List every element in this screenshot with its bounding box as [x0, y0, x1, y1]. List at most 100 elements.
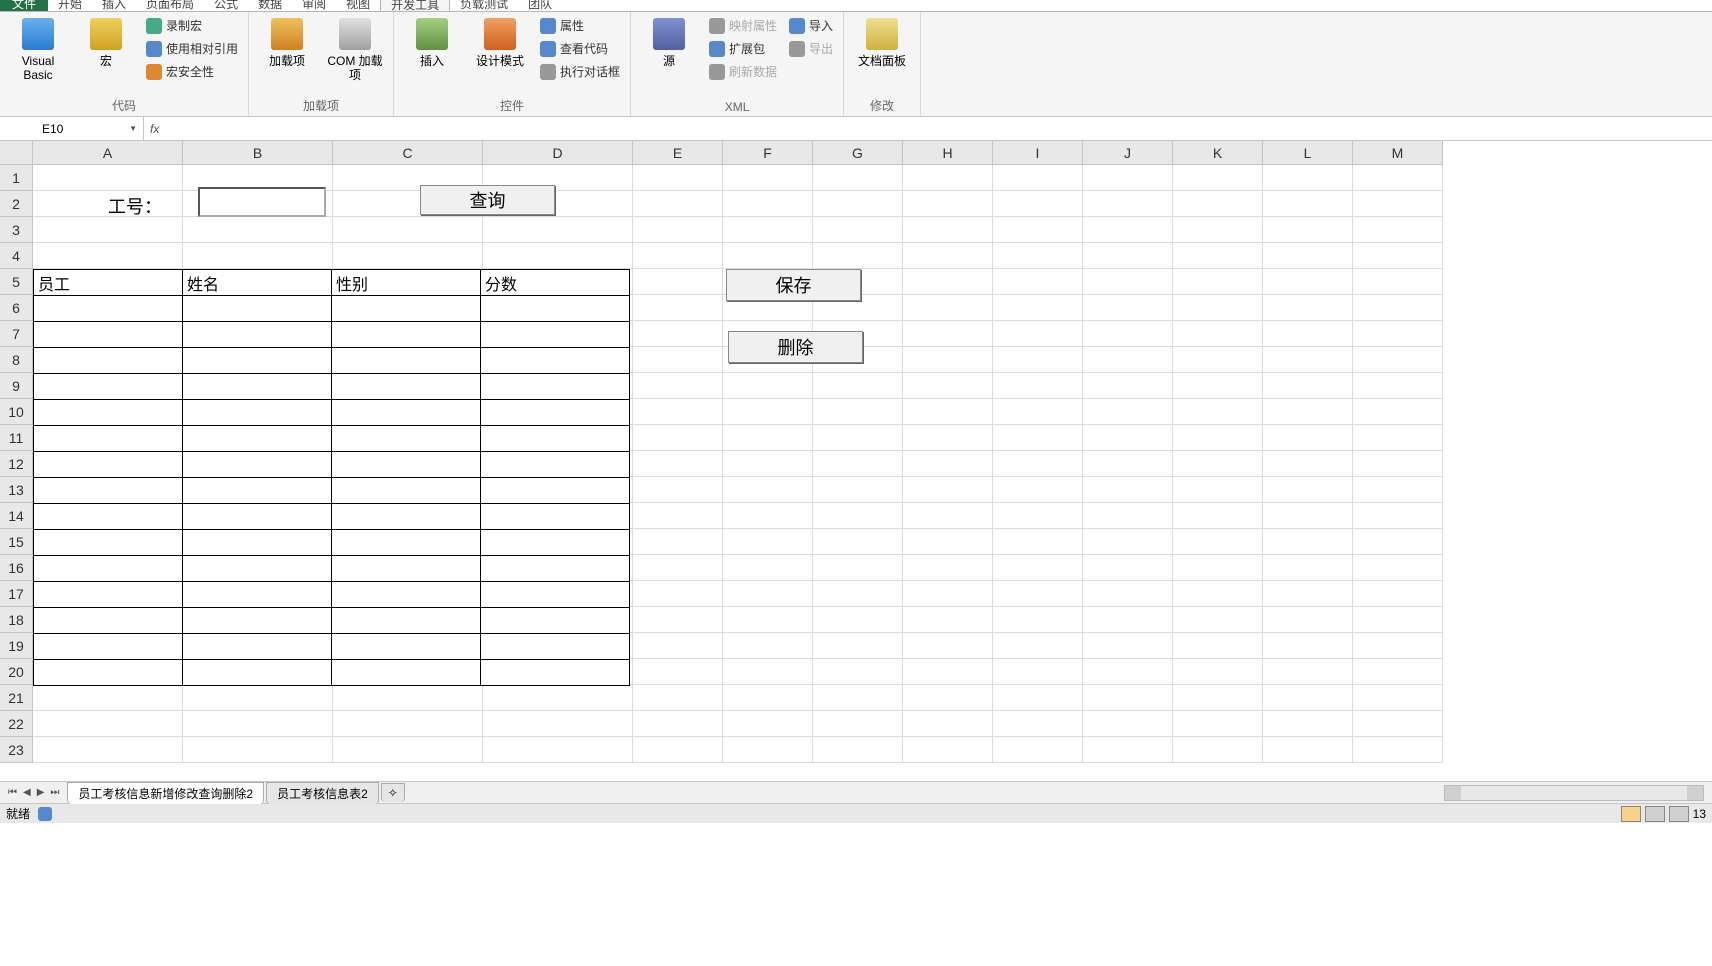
id-input[interactable]	[198, 187, 326, 217]
view-page-break-button[interactable]	[1669, 806, 1689, 822]
cell[interactable]	[993, 321, 1083, 347]
column-headers[interactable]: ABCDEFGHIJKLM	[33, 141, 1443, 165]
cell[interactable]	[1263, 165, 1353, 191]
table-cell[interactable]	[183, 296, 332, 322]
com-addins-button[interactable]: COM 加载项	[325, 16, 385, 85]
cell[interactable]	[993, 633, 1083, 659]
zoom-level[interactable]: 13	[1693, 807, 1706, 821]
cell[interactable]	[183, 711, 333, 737]
cell[interactable]	[1263, 555, 1353, 581]
cell[interactable]	[1173, 347, 1263, 373]
cell[interactable]	[1353, 347, 1443, 373]
cell[interactable]	[1353, 373, 1443, 399]
cell[interactable]	[33, 217, 183, 243]
table-cell[interactable]	[34, 608, 183, 634]
table-cell[interactable]	[183, 634, 332, 660]
table-cell[interactable]	[34, 556, 183, 582]
cell[interactable]	[1353, 451, 1443, 477]
cell[interactable]	[1173, 737, 1263, 763]
row-header-19[interactable]: 19	[0, 633, 33, 659]
cell[interactable]	[1173, 399, 1263, 425]
cell[interactable]	[1353, 425, 1443, 451]
tab-load-test[interactable]: 负载测试	[450, 0, 518, 11]
save-button[interactable]: 保存	[726, 269, 861, 301]
col-header-F[interactable]: F	[723, 141, 813, 165]
cell[interactable]	[633, 373, 723, 399]
cell[interactable]	[1083, 503, 1173, 529]
sheet-nav[interactable]: ⏮ ◀ ▶ ⏭	[0, 787, 67, 798]
tab-insert[interactable]: 插入	[92, 0, 136, 11]
table-cell[interactable]	[183, 530, 332, 556]
tab-page-layout[interactable]: 页面布局	[136, 0, 204, 11]
sheet-new-tab[interactable]: ✧	[381, 783, 405, 802]
table-header[interactable]: 分数	[481, 270, 630, 296]
col-header-M[interactable]: M	[1353, 141, 1443, 165]
name-box[interactable]: E10 ▼	[36, 117, 144, 140]
select-all-corner[interactable]	[0, 141, 33, 165]
cell[interactable]	[633, 425, 723, 451]
cell[interactable]	[1353, 711, 1443, 737]
cell[interactable]	[903, 165, 993, 191]
cell[interactable]	[1353, 191, 1443, 217]
table-cell[interactable]	[481, 322, 630, 348]
name-box-dropdown-icon[interactable]: ▼	[129, 124, 137, 133]
cell[interactable]	[1083, 607, 1173, 633]
cell[interactable]	[183, 685, 333, 711]
cell[interactable]	[993, 399, 1083, 425]
horizontal-scrollbar[interactable]	[1444, 785, 1704, 801]
cell[interactable]	[723, 633, 813, 659]
col-header-K[interactable]: K	[1173, 141, 1263, 165]
tab-home[interactable]: 开始	[48, 0, 92, 11]
cell[interactable]	[1263, 477, 1353, 503]
table-cell[interactable]	[481, 530, 630, 556]
cell[interactable]	[1263, 347, 1353, 373]
cell[interactable]	[1083, 711, 1173, 737]
table-cell[interactable]	[183, 478, 332, 504]
cell[interactable]	[903, 581, 993, 607]
table-cell[interactable]	[332, 296, 481, 322]
cell[interactable]	[903, 243, 993, 269]
cell[interactable]	[33, 737, 183, 763]
row-header-23[interactable]: 23	[0, 737, 33, 763]
row-header-3[interactable]: 3	[0, 217, 33, 243]
cell[interactable]	[1173, 191, 1263, 217]
cell[interactable]	[903, 399, 993, 425]
col-header-H[interactable]: H	[903, 141, 993, 165]
cell[interactable]	[903, 607, 993, 633]
cell[interactable]	[333, 711, 483, 737]
cell[interactable]	[1353, 685, 1443, 711]
cell[interactable]	[1353, 633, 1443, 659]
cell[interactable]	[1263, 451, 1353, 477]
cell[interactable]	[1083, 191, 1173, 217]
cell[interactable]	[1173, 607, 1263, 633]
row-header-17[interactable]: 17	[0, 581, 33, 607]
cell[interactable]	[723, 659, 813, 685]
cell[interactable]	[1173, 529, 1263, 555]
cell[interactable]	[903, 191, 993, 217]
cell[interactable]	[1083, 659, 1173, 685]
row-header-22[interactable]: 22	[0, 711, 33, 737]
properties-button[interactable]: 属性	[538, 16, 622, 35]
row-header-6[interactable]: 6	[0, 295, 33, 321]
cell[interactable]	[903, 347, 993, 373]
cell[interactable]	[633, 347, 723, 373]
table-cell[interactable]	[34, 296, 183, 322]
cell[interactable]	[813, 711, 903, 737]
design-mode-button[interactable]: 设计模式	[470, 16, 530, 70]
cell[interactable]	[1083, 373, 1173, 399]
table-cell[interactable]	[332, 348, 481, 374]
cell[interactable]	[1263, 659, 1353, 685]
row-header-18[interactable]: 18	[0, 607, 33, 633]
cell[interactable]	[1083, 633, 1173, 659]
sheet-nav-next-icon[interactable]: ▶	[35, 787, 47, 798]
cell[interactable]	[633, 217, 723, 243]
cell[interactable]	[1353, 477, 1443, 503]
cell[interactable]	[1173, 555, 1263, 581]
table-cell[interactable]	[183, 400, 332, 426]
cell[interactable]	[723, 685, 813, 711]
cell[interactable]	[1263, 373, 1353, 399]
cell[interactable]	[333, 243, 483, 269]
cell[interactable]	[903, 555, 993, 581]
table-cell[interactable]	[481, 556, 630, 582]
cell[interactable]	[1083, 685, 1173, 711]
